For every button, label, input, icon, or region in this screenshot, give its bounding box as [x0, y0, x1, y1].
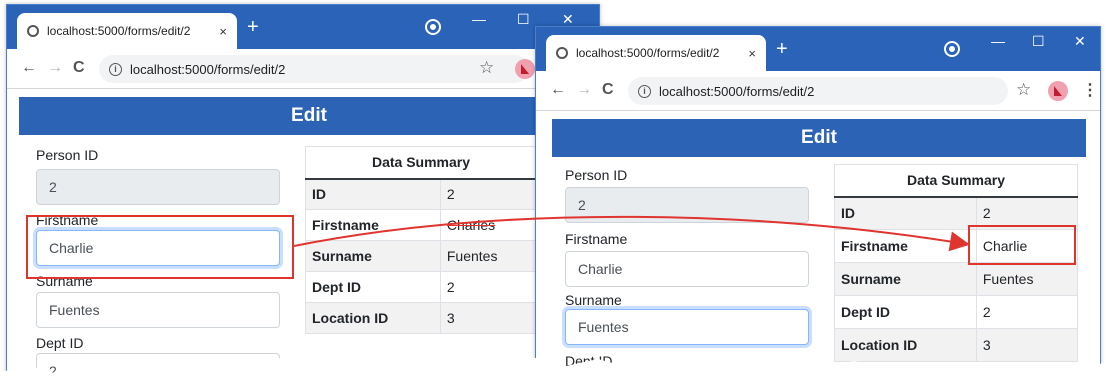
torn-edge [0, 356, 1107, 386]
